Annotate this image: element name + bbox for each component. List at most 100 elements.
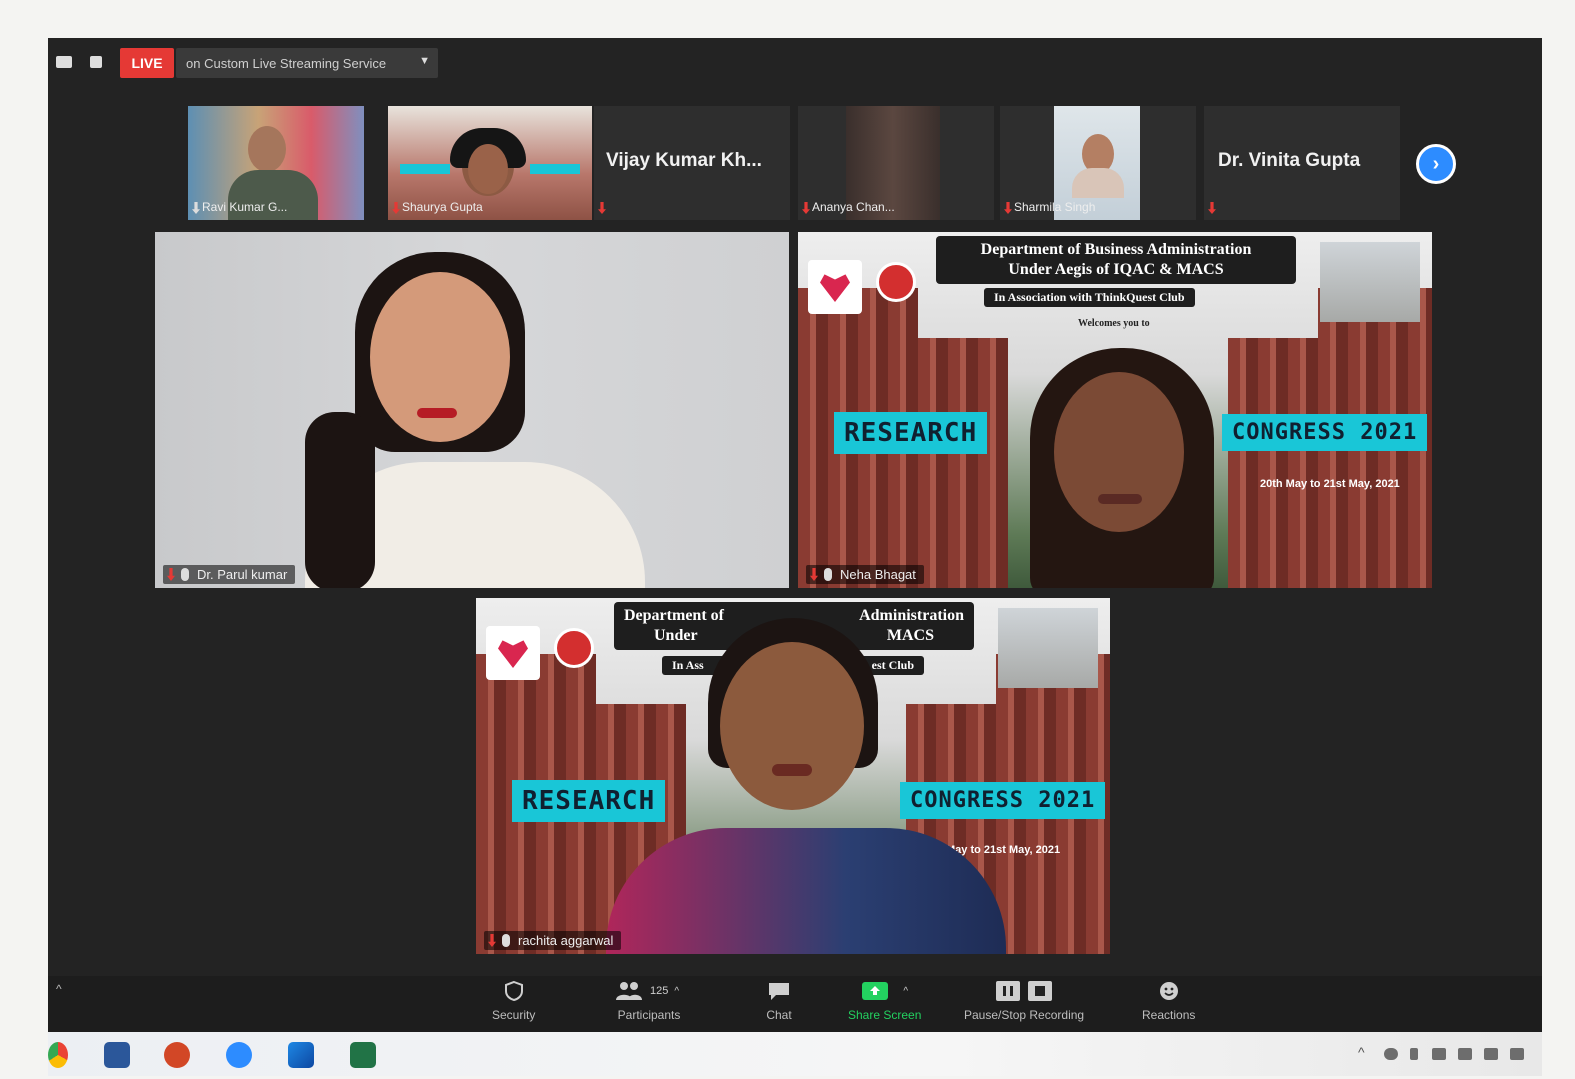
share-screen-icon: ^	[855, 980, 915, 1002]
participant-name: rachita aggarwal	[518, 933, 614, 948]
reactions-button[interactable]: Reactions	[1142, 980, 1195, 1022]
participant-name: Vijay Kumar Kh...	[606, 150, 762, 171]
chief-guest-photo	[1320, 242, 1420, 322]
banner-line-2-left: Under	[654, 627, 698, 644]
video-name-label: Dr. Parul kumar	[163, 565, 296, 584]
participants-count: 125	[650, 985, 669, 997]
participant-face	[720, 642, 864, 810]
video-name-label: rachita aggarwal	[484, 931, 622, 950]
chevron-up-icon[interactable]: ^	[674, 986, 679, 997]
zoom-icon[interactable]	[226, 1042, 252, 1068]
strip-tile-6[interactable]: Dr. Vinita Gupta	[1204, 106, 1400, 220]
grid-view-icon[interactable]	[56, 56, 72, 68]
mute-icon	[1004, 202, 1012, 214]
participant-name: Dr. Parul kumar	[197, 567, 288, 582]
association-right: est Club	[871, 658, 914, 672]
live-badge[interactable]: LIVE	[120, 48, 174, 78]
participant-hair-side	[305, 412, 375, 588]
live-stream-dropdown[interactable]: on Custom Live Streaming Service ▼	[176, 48, 438, 78]
participant-lips	[417, 408, 457, 418]
chrome-icon[interactable]	[48, 1042, 68, 1068]
college-logo	[486, 626, 540, 680]
research-tag: RESEARCH	[512, 780, 666, 822]
shield-icon	[501, 980, 527, 1002]
word-icon[interactable]	[104, 1042, 130, 1068]
mute-icon	[1208, 202, 1216, 214]
participant-lips	[772, 764, 812, 776]
participant-face-inner	[468, 144, 508, 194]
security-label: Security	[492, 1008, 536, 1022]
mute-icon	[167, 568, 175, 581]
next-page-button[interactable]: ›	[1416, 144, 1456, 184]
banner-line-1: Department of Business Administration	[980, 241, 1252, 258]
cloud-icon[interactable]	[1384, 1048, 1398, 1060]
reactions-label: Reactions	[1142, 1008, 1196, 1022]
recording-label: Pause/Stop Recording	[964, 1008, 1085, 1022]
share-screen-button[interactable]: ^ Share Screen	[848, 980, 921, 1022]
battery-icon[interactable]	[1484, 1048, 1498, 1060]
participant-face	[1054, 372, 1184, 532]
chat-label: Chat	[766, 1008, 792, 1022]
strip-tile-5[interactable]: Sharmila Singh	[1000, 106, 1196, 220]
chevron-up-icon[interactable]: ^	[1358, 1044, 1365, 1060]
strip-tile-1[interactable]: Ravi Kumar G...	[188, 106, 364, 220]
building-right-2	[1228, 338, 1318, 588]
chevron-up-icon[interactable]: ^	[903, 986, 908, 997]
zoom-meeting-window: LIVE on Custom Live Streaming Service ▼ …	[48, 38, 1542, 1032]
banner-line-1-left: Department of	[624, 607, 724, 624]
pause-stop-recording-button[interactable]: Pause/Stop Recording	[964, 980, 1084, 1022]
college-logo	[808, 260, 862, 314]
video-tile-3[interactable]: Department of Administration Under MACS …	[476, 598, 1110, 954]
cyan-tag-left	[400, 164, 450, 174]
screenshot: LIVE on Custom Live Streaming Service ▼ …	[0, 0, 1575, 1079]
powerpoint-icon[interactable]	[164, 1042, 190, 1068]
strip-tile-3[interactable]: Vijay Kumar Kh...	[594, 106, 790, 220]
chat-icon	[766, 980, 792, 1002]
chevron-right-icon: ›	[1432, 152, 1440, 175]
participant-body	[1072, 168, 1124, 198]
mic-icon	[824, 568, 832, 581]
network-icon[interactable]	[1458, 1048, 1472, 1060]
participant-lips	[1098, 494, 1142, 504]
strip-tile-4[interactable]: Ananya Chan...	[798, 106, 994, 220]
mute-icon	[488, 934, 496, 947]
participant-name: Ravi Kumar G...	[202, 200, 288, 214]
welcome-text: Welcomes you to	[1078, 318, 1150, 329]
cyan-tag-right	[530, 164, 580, 174]
security-button[interactable]: Security	[492, 980, 535, 1022]
chat-button[interactable]: Chat	[766, 980, 792, 1022]
video-tile-2[interactable]: Department of Business Administration Un…	[798, 232, 1432, 588]
banner-line-2: Under Aegis of IQAC & MACS	[1008, 261, 1224, 278]
stream-label: on Custom Live Streaming Service	[186, 55, 387, 71]
participants-label: Participants	[617, 1008, 681, 1022]
department-banner: Department of Business Administration Un…	[936, 236, 1296, 284]
photos-icon[interactable]	[288, 1042, 314, 1068]
mute-icon	[802, 202, 810, 214]
display-icon[interactable]	[1432, 1048, 1446, 1060]
dates-text: 20th May to 21st May, 2021	[1260, 478, 1400, 490]
stop-icon[interactable]	[90, 56, 102, 68]
video-tile-1[interactable]: Dr. Parul kumar	[155, 232, 789, 588]
mute-icon	[598, 202, 606, 214]
volume-icon[interactable]	[1510, 1048, 1524, 1060]
banner-line-2-right: MACS	[886, 627, 934, 644]
association-banner: In Association with ThinkQuest Club	[984, 288, 1195, 307]
strip-tile-2[interactable]: Shaurya Gupta	[388, 106, 592, 220]
participant-name: Ananya Chan...	[812, 200, 895, 214]
congress-tag: CONGRESS 2021	[900, 782, 1106, 819]
chevron-up-icon[interactable]: ^	[56, 982, 62, 996]
association-left: In Ass	[672, 658, 704, 672]
congress-tag: CONGRESS 2021	[1222, 414, 1428, 451]
mic-icon	[502, 934, 510, 947]
participant-name: Shaurya Gupta	[402, 200, 483, 214]
mic-icon[interactable]	[1410, 1048, 1418, 1060]
meeting-toolbar: ^ Security 125 ^ Participants Chat ^ Sha…	[48, 976, 1542, 1032]
dates-text: May to 21st May, 2021	[946, 844, 1061, 856]
chevron-down-icon: ▼	[419, 55, 430, 67]
video-name-label: Neha Bhagat	[806, 565, 924, 584]
smile-icon	[1156, 980, 1182, 1002]
participants-button[interactable]: 125 ^ Participants	[614, 980, 684, 1022]
excel-icon[interactable]	[350, 1042, 376, 1068]
building-left-2	[918, 338, 1008, 588]
banner-line-1-right: Administration	[859, 607, 964, 624]
